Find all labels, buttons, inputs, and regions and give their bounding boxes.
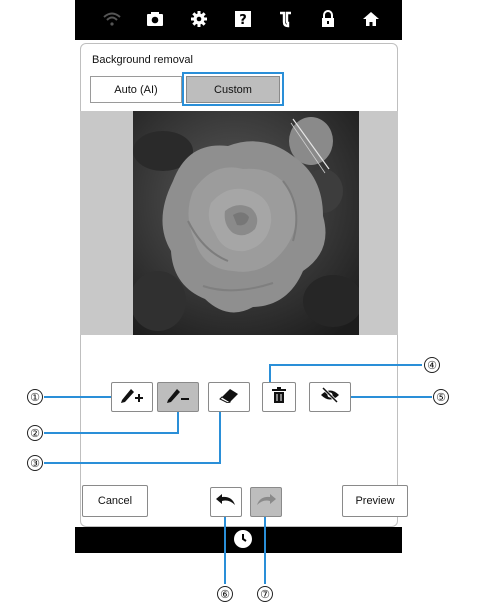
preview-button[interactable]: Preview: [342, 485, 408, 517]
panel-title: Background removal: [92, 54, 193, 66]
clock-icon[interactable]: [234, 530, 252, 548]
callout-2: ②: [27, 425, 43, 441]
help-icon[interactable]: ?: [232, 8, 254, 30]
callout-7: ⑦: [257, 586, 273, 602]
tab-auto-ai[interactable]: Auto (AI): [90, 76, 182, 103]
eraser-button[interactable]: [208, 382, 250, 412]
camera-icon[interactable]: [144, 8, 166, 30]
tab-custom[interactable]: Custom: [186, 76, 280, 103]
callout-5: ⑤: [433, 389, 449, 405]
embroidery-icon[interactable]: [275, 8, 297, 30]
callout-4: ④: [424, 357, 440, 373]
lock-icon[interactable]: [317, 8, 339, 30]
undo-button[interactable]: [210, 487, 242, 517]
add-area-pen-button[interactable]: [111, 382, 153, 412]
wifi-icon: [101, 8, 123, 30]
eye-slash-icon: [320, 386, 340, 408]
callout-1: ①: [27, 389, 43, 405]
rose-photo[interactable]: [133, 111, 359, 335]
remove-area-pen-button[interactable]: [157, 382, 199, 412]
pen-minus-icon: [166, 385, 190, 410]
callout-6: ⑥: [217, 586, 233, 602]
redo-button[interactable]: [250, 487, 282, 517]
svg-text:?: ?: [239, 13, 247, 28]
callout-3: ③: [27, 455, 43, 471]
settings-gear-icon[interactable]: [188, 8, 210, 30]
trash-icon: [272, 386, 286, 408]
undo-icon: [216, 493, 236, 511]
system-toolbar: ?: [75, 0, 402, 40]
redo-icon: [256, 493, 276, 511]
home-icon[interactable]: [360, 8, 382, 30]
cancel-button[interactable]: Cancel: [82, 485, 148, 517]
pen-plus-icon: [120, 385, 144, 410]
eraser-icon: [218, 387, 240, 408]
hide-preview-button[interactable]: [309, 382, 351, 412]
delete-button[interactable]: [262, 382, 296, 412]
